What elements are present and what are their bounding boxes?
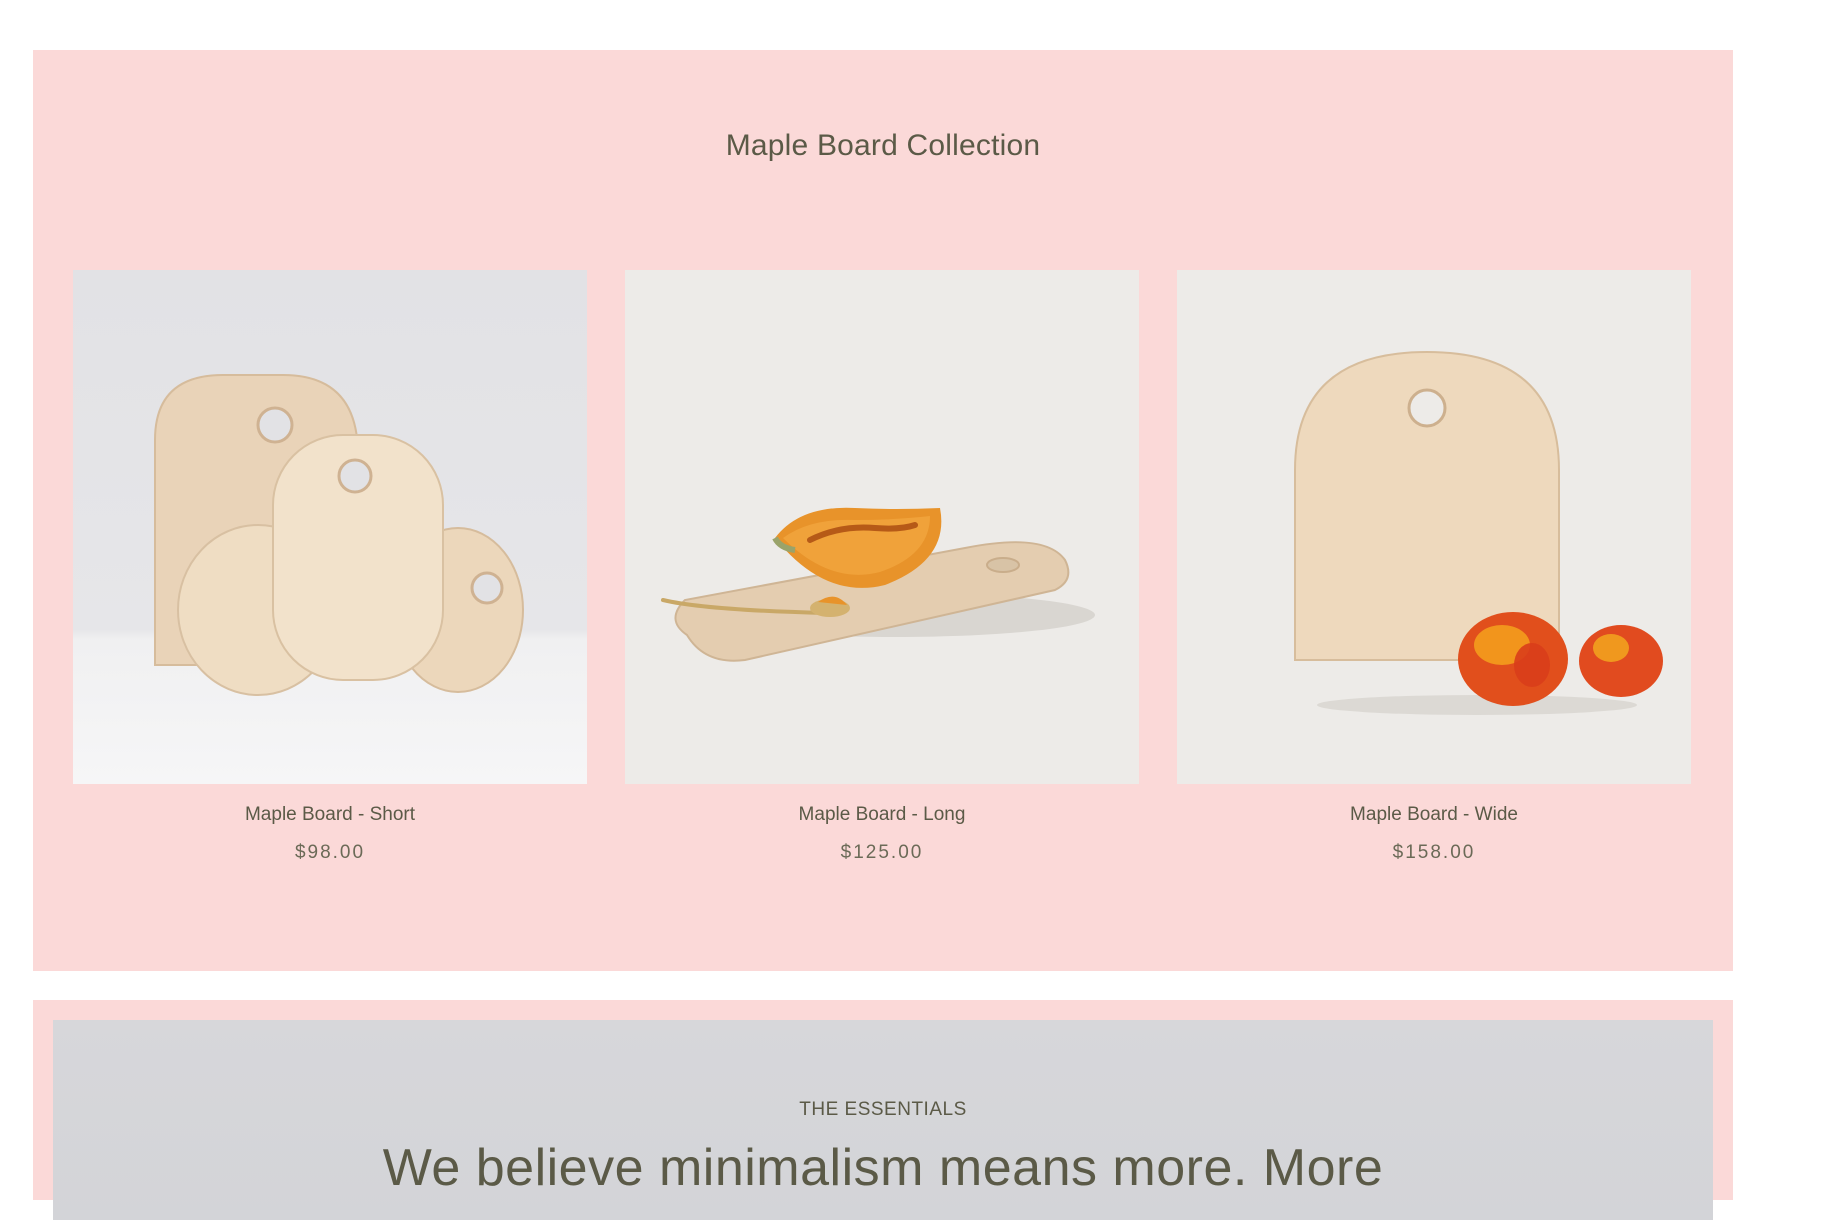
product-price: $125.00: [840, 842, 924, 863]
product-price: $98.00: [294, 842, 366, 863]
product-name[interactable]: Maple Board - Long: [625, 804, 1139, 826]
product-card-long[interactable]: Maple Board - Long $125.00: [625, 270, 1139, 864]
product-card-wide[interactable]: Maple Board - Wide $158.00: [1177, 270, 1691, 864]
product-card-short[interactable]: Maple Board - Short $98.00: [73, 270, 587, 864]
product-name[interactable]: Maple Board - Wide: [1177, 804, 1691, 826]
maple-board-long-illustration: [661, 507, 1095, 662]
featured-collection-section: Maple Board Collection Maple Board - Sho…: [33, 50, 1733, 971]
collection-title: Maple Board Collection: [725, 129, 1041, 162]
product-image-short[interactable]: [73, 270, 587, 784]
maple-board-wide-illustration: [1294, 350, 1663, 715]
product-image-long[interactable]: [625, 270, 1139, 784]
product-price: $158.00: [1392, 842, 1476, 863]
product-image-wide[interactable]: [1177, 270, 1691, 784]
essentials-kicker: THE ESSENTIALS: [799, 1099, 967, 1120]
essentials-banner: THE ESSENTIALS We believe minimalism mea…: [53, 1020, 1713, 1220]
essentials-headline: We believe minimalism means more. More: [382, 1139, 1384, 1197]
essentials-section: THE ESSENTIALS We believe minimalism mea…: [33, 1000, 1733, 1220]
maple-boards-stack-illustration: [154, 374, 524, 696]
product-name[interactable]: Maple Board - Short: [73, 804, 587, 826]
